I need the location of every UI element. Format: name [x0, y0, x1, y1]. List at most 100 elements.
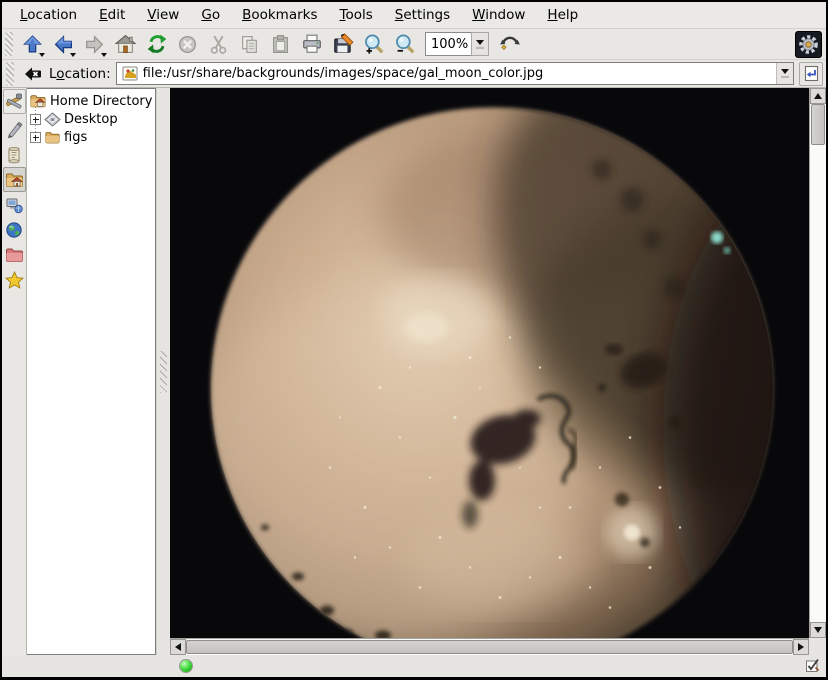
expand-plus-icon[interactable]	[30, 132, 41, 143]
konqueror-gear-logo	[795, 31, 822, 58]
dropdown-arrow-icon	[70, 53, 76, 57]
menu-settings[interactable]: Settings	[385, 3, 460, 27]
desktop-icon	[44, 112, 61, 127]
horizontal-scrollbar[interactable]	[170, 638, 809, 655]
url-combobox[interactable]	[116, 62, 794, 85]
sidebar-tab-configure[interactable]	[3, 89, 26, 114]
home-button[interactable]	[111, 30, 140, 58]
chevron-down-icon[interactable]	[471, 32, 489, 56]
sidebar-tabstrip	[2, 88, 27, 655]
tree-item-label: figs	[64, 130, 87, 145]
toolbar-grip[interactable]	[6, 62, 14, 86]
location-toolbar: Location:	[2, 60, 826, 88]
zoom-value[interactable]: 100%	[425, 32, 471, 56]
expand-plus-icon[interactable]	[30, 114, 41, 125]
sidebar-tab-pen[interactable]	[3, 117, 26, 142]
menu-view[interactable]: View	[137, 3, 189, 27]
cut-scissors-icon-disabled	[208, 34, 229, 55]
up-triangle-icon	[814, 93, 822, 99]
vertical-scrollbar-thumb[interactable]	[811, 104, 825, 145]
save-as-button[interactable]	[328, 30, 357, 58]
menu-tools[interactable]: Tools	[330, 3, 383, 27]
home-icon	[115, 34, 136, 55]
zoom-in-button[interactable]	[359, 30, 388, 58]
scrollbar-corner	[809, 638, 826, 655]
pen-icon	[5, 121, 23, 139]
globe-icon	[5, 221, 23, 239]
stop-icon-disabled	[177, 34, 198, 55]
paste-clipboard-icon-disabled	[270, 34, 291, 55]
tree-item-figs[interactable]: figs	[29, 128, 155, 146]
tree-item-home-directory[interactable]: Home Directory	[29, 92, 155, 110]
scroll-left-button[interactable]	[170, 639, 186, 655]
folder-tree-panel: Home Directory Desktop figs	[27, 88, 156, 655]
zoom-out-button[interactable]	[390, 30, 419, 58]
gear-icon	[797, 33, 820, 56]
reload-button[interactable]	[142, 30, 171, 58]
panel-splitter[interactable]	[156, 88, 170, 655]
image-file-icon	[122, 66, 139, 81]
copy-button[interactable]	[235, 30, 264, 58]
folder-icon	[44, 130, 61, 145]
url-input[interactable]	[143, 63, 776, 84]
down-triangle-icon	[814, 627, 822, 633]
statusbar-checkbox-icon[interactable]	[805, 658, 820, 677]
left-triangle-icon	[175, 643, 181, 651]
sidebar-tab-history[interactable]	[3, 142, 26, 167]
menu-bar: Location Edit View Go Bookmarks Tools Se…	[2, 2, 826, 29]
sidebar-tab-bookmarks[interactable]	[3, 267, 26, 292]
zoom-in-icon	[363, 33, 385, 55]
image-canvas	[170, 88, 809, 638]
location-label: Location:	[49, 66, 111, 82]
horizontal-scrollbar-thumb[interactable]	[186, 640, 793, 654]
menu-go[interactable]: Go	[191, 3, 230, 27]
print-icon	[301, 33, 323, 55]
menu-location[interactable]: Location	[10, 3, 87, 27]
stop-button[interactable]	[173, 30, 202, 58]
clear-location-icon	[24, 66, 42, 82]
cut-button[interactable]	[204, 30, 233, 58]
up-arrow-icon	[22, 34, 43, 55]
url-dropdown-arrow[interactable]	[776, 63, 793, 84]
print-button[interactable]	[297, 30, 326, 58]
active-view-led	[180, 660, 192, 672]
paste-button[interactable]	[266, 30, 295, 58]
forward-arrow-icon-disabled	[84, 34, 105, 55]
menu-window[interactable]: Window	[462, 3, 535, 27]
menu-help[interactable]: Help	[537, 3, 588, 27]
tools-icon	[5, 93, 23, 111]
rotate-icon	[499, 33, 521, 55]
back-button[interactable]	[49, 30, 78, 58]
scroll-up-button[interactable]	[810, 88, 826, 104]
clear-location-button[interactable]	[22, 63, 44, 85]
up-button[interactable]	[18, 30, 47, 58]
vertical-scrollbar-track[interactable]	[810, 145, 826, 622]
zoom-level-combo[interactable]: 100%	[425, 32, 489, 56]
forward-button[interactable]	[80, 30, 109, 58]
menu-edit[interactable]: Edit	[89, 3, 135, 27]
go-button[interactable]	[799, 62, 823, 86]
tree-item-desktop[interactable]: Desktop	[29, 110, 155, 128]
dropdown-arrow-icon	[39, 53, 45, 57]
vertical-scrollbar[interactable]	[809, 88, 826, 638]
image-viewport[interactable]	[170, 88, 826, 655]
home-folder-icon	[5, 171, 24, 189]
red-folder-icon	[5, 246, 24, 264]
floppy-pencil-icon	[332, 33, 354, 55]
content-area: Home Directory Desktop figs	[2, 88, 826, 655]
sidebar-tab-home-directory[interactable]	[3, 167, 26, 192]
reload-icon	[146, 33, 168, 55]
right-triangle-icon	[798, 643, 804, 651]
splitter-grip[interactable]	[160, 351, 167, 393]
sidebar-tab-root-folder[interactable]	[3, 242, 26, 267]
network-icon	[5, 196, 23, 214]
konqueror-window: Location Edit View Go Bookmarks Tools Se…	[0, 0, 828, 680]
scroll-down-button[interactable]	[810, 622, 826, 638]
sidebar-tab-web[interactable]	[3, 217, 26, 242]
scroll-right-button[interactable]	[793, 639, 809, 655]
toolbar-grip[interactable]	[5, 32, 13, 56]
back-arrow-icon	[53, 34, 74, 55]
rotate-button[interactable]	[495, 30, 524, 58]
menu-bookmarks[interactable]: Bookmarks	[232, 3, 327, 27]
sidebar-tab-network[interactable]	[3, 192, 26, 217]
